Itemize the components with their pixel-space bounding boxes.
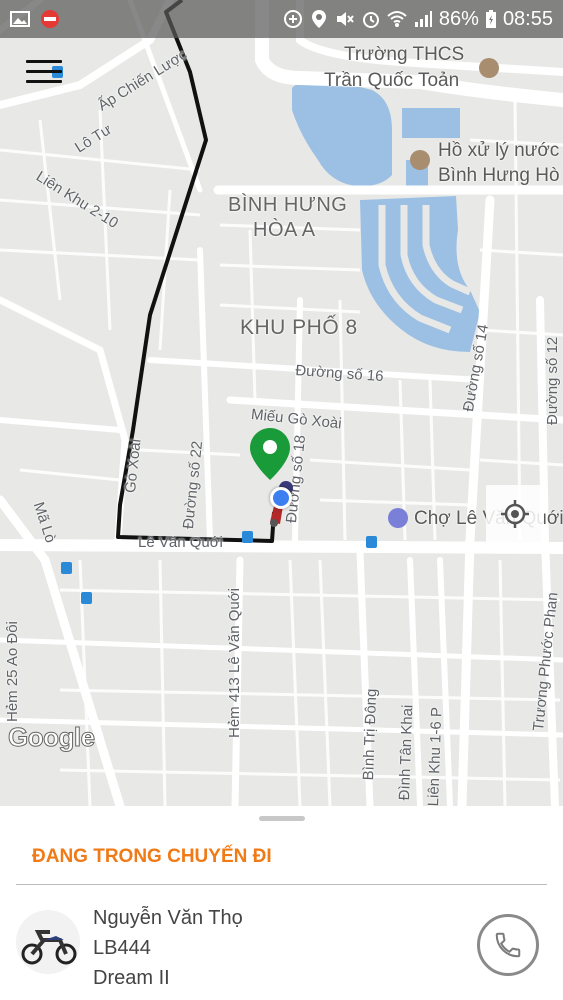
driver-plate: LB444 [93,937,151,959]
driver-info: Nguyễn Văn Thọ LB444 Dream II [93,903,243,993]
status-bar: 86% 08:55 [0,0,563,38]
battery-charging-icon [485,10,496,28]
landmark-icon [410,150,430,170]
phone-icon [495,932,521,958]
vehicle-avatar [16,910,80,974]
trip-status-label: ĐANG TRONG CHUYẾN ĐI [32,846,272,867]
school-icon [479,58,499,78]
menu-button[interactable] [26,60,62,88]
road-label-binh-tri-dong: Bình Trị Đông [360,688,381,781]
data-saver-icon [283,10,302,28]
mute-icon [336,12,354,26]
map-label-area: KHU PHỐ 8 [240,316,358,339]
wifi-icon [387,11,407,27]
alarm-icon [362,12,379,28]
road-label-hem-25: Hẻm 25 Ao Đôi [4,621,21,722]
map-label-school: Trường THCS [344,44,465,65]
call-driver-button[interactable] [477,914,539,976]
google-logo: Google [8,722,96,753]
crosshair-icon [501,500,529,528]
divider [16,884,547,885]
battery-percent: 86% [438,7,479,30]
signal-icon [414,11,432,27]
map-label-ward-2: HÒA A [253,219,316,241]
map-base [0,0,563,806]
market-icon [388,508,408,528]
road-label-lien-khu-16: Liên Khu 1-6 P [425,706,446,806]
driver-name: Nguyễn Văn Thọ [93,907,243,929]
map-label-ward: BÌNH HƯNG [228,194,348,216]
sheet-drag-handle[interactable] [259,816,305,821]
map-label-school-name: Trần Quốc Toản [324,70,460,91]
map-label-lake: Hồ xử lý nước [438,140,560,161]
motorbike-icon [21,930,77,965]
road-label-12: Đường số 12 [544,336,561,425]
map-label-lake-name: Bình Hưng Hò [438,165,560,186]
image-notification-icon [10,11,30,27]
location-icon [311,10,326,28]
clock: 08:55 [502,7,553,30]
road-label-hem-413: Hẻm 413 Lê Văn Quới [226,588,243,738]
app-notification-icon [41,10,59,28]
destination-pin-icon[interactable] [250,428,290,480]
trip-bottom-sheet[interactable]: ĐANG TRONG CHUYẾN ĐI Nguyễn Văn Thọ LB44… [0,806,563,1000]
my-location-button[interactable] [486,485,544,543]
hamburger-icon [26,60,62,63]
current-location-dot [270,487,292,509]
road-label-dinh-tan-khai: Đình Tân Khai [396,704,417,801]
driver-vehicle: Dream II [93,967,170,989]
map-view[interactable]: Trường THCS Trần Quốc Toản Hồ xử lý nước… [0,0,563,806]
road-label-le-van-quoi: Lê Văn Quới [138,534,223,551]
